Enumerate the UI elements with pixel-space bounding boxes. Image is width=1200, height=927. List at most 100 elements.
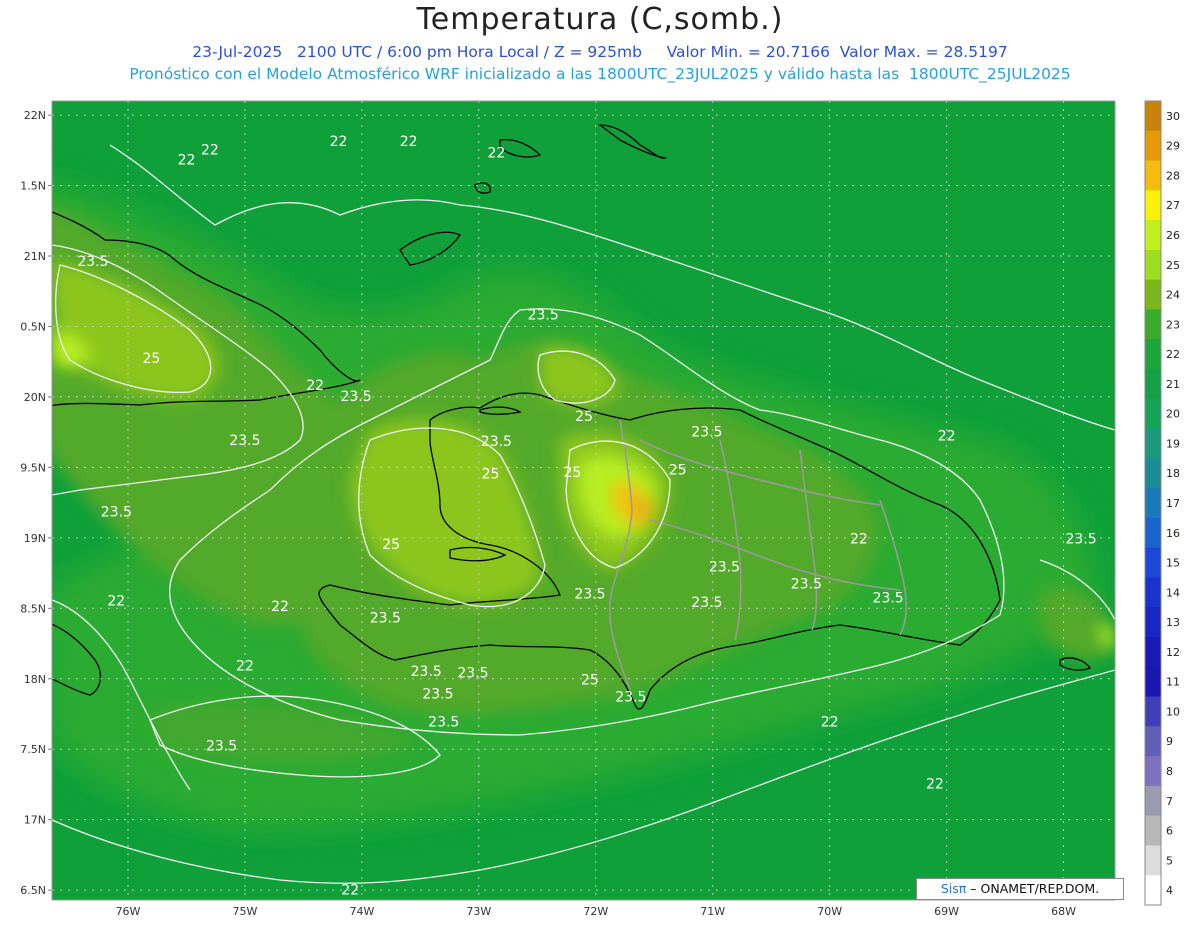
colorbar-label: 11 — [1166, 676, 1180, 689]
colorbar-label: 21 — [1166, 378, 1180, 391]
colorbar: 30 29 28 27 26 25 24 23 22 21 20 19 18 17 16 15 14 13 12 11… — [1144, 100, 1180, 906]
colorbar-label: 18 — [1166, 467, 1180, 480]
colorbar-swatch — [1145, 607, 1161, 638]
contour-label: 25 — [482, 467, 500, 483]
colorbar-label: 25 — [1166, 259, 1180, 272]
lat-label: 6.5N — [20, 884, 46, 897]
colorbar-label: 26 — [1166, 229, 1180, 242]
contour-label: 23.5 — [77, 254, 108, 270]
colorbar-label: 23 — [1166, 318, 1180, 331]
colorbar-swatch — [1145, 488, 1161, 519]
contour-label: 25 — [382, 537, 400, 553]
colorbar-swatch — [1145, 309, 1161, 340]
contour-label: 23.5 — [481, 434, 512, 450]
colorbar-swatch — [1145, 160, 1161, 191]
colorbar-swatch — [1145, 815, 1161, 846]
colorbar-swatch — [1145, 428, 1161, 459]
contour-label: 23.5 — [422, 686, 453, 702]
contour-label: 25 — [0, 298, 14, 314]
colorbar-label: 17 — [1166, 497, 1180, 510]
contour-label: 25 — [669, 462, 687, 478]
lat-label: 0.5N — [20, 320, 46, 333]
contour-label: 23.5 — [1066, 531, 1097, 547]
contour-label: 25 — [581, 672, 599, 688]
colorbar-swatch — [1145, 547, 1161, 578]
contour-label: 23.5 — [691, 424, 722, 440]
colorbar-label: 20 — [1166, 408, 1180, 421]
temperature-field — [52, 101, 1115, 900]
lat-label: 22N — [24, 109, 46, 122]
colorbar-label: 8 — [1166, 765, 1173, 778]
contour-label: 23.5 — [101, 505, 132, 521]
colorbar-label: 15 — [1166, 557, 1180, 570]
latitude-labels: 22N 1.5N 21N 0.5N 20N 9.5N 19N 8.5N 18N 7.5N 17N 6.… — [20, 109, 46, 897]
contour-label: 22 — [306, 378, 324, 394]
colorbar-label: 16 — [1166, 527, 1180, 540]
lon-label: 75W — [233, 905, 258, 918]
colorbar-swatch — [1145, 249, 1161, 281]
contour-label: 23.5 — [691, 595, 722, 611]
lat-label: 9.5N — [20, 461, 46, 474]
contour-label: 25 — [563, 465, 581, 481]
contour-label: 23.5 — [791, 577, 822, 593]
colorbar-label: 10 — [1166, 705, 1180, 718]
contour-label: 22 — [236, 658, 254, 674]
contour-label: 23.5 — [428, 715, 459, 731]
lat-label: 7.5N — [20, 743, 46, 756]
colorbar-swatch — [1145, 517, 1161, 549]
contour-label: 25 — [575, 409, 593, 425]
colorbar-swatch — [1145, 845, 1161, 876]
colorbar-swatch — [1145, 577, 1161, 608]
colorbar-label: 7 — [1166, 795, 1173, 808]
contour-label: 23.5 — [411, 664, 442, 680]
contour-label: 23.5 — [528, 307, 559, 323]
lat-label: 1.5N — [20, 180, 46, 193]
colorbar-swatch — [1145, 130, 1161, 162]
colorbar-swatch — [1145, 279, 1161, 310]
contour-label: 23.5 — [615, 689, 646, 705]
colorbar-label: 27 — [1166, 199, 1180, 212]
colorbar-swatch — [1145, 101, 1161, 132]
contour-label: 22 — [926, 777, 944, 793]
lat-label: 18N — [24, 673, 46, 686]
lon-label: 76W — [116, 905, 141, 918]
lat-label: 19N — [24, 532, 46, 545]
contour-label: 23.5 — [574, 586, 605, 602]
lat-label: 17N — [24, 814, 46, 827]
contour-label: 23.5 — [206, 739, 237, 755]
contour-label: 22 — [341, 882, 359, 898]
colorbar-label: 29 — [1166, 140, 1180, 153]
colorbar-swatch — [1145, 190, 1161, 221]
lon-label: 71W — [700, 905, 725, 918]
contour-label: 23.5 — [709, 560, 740, 576]
sispi-logo: Sisπ — [940, 881, 967, 896]
colorbar-swatch — [1145, 220, 1161, 251]
colorbar-label: 12 — [1166, 646, 1180, 659]
credit-org: – ONAMET/REP.DOM. — [970, 881, 1100, 896]
colorbar-label: 4 — [1166, 884, 1173, 897]
colorbar-label: 19 — [1166, 437, 1180, 450]
colorbar-swatch — [1145, 666, 1161, 698]
colorbar-label: 5 — [1166, 854, 1173, 867]
colorbar-swatch — [1145, 637, 1161, 668]
colorbar-swatch — [1145, 785, 1161, 817]
colorbar-swatch — [1145, 696, 1161, 727]
contour-label: 25 — [142, 351, 160, 367]
lat-label: 8.5N — [20, 602, 46, 615]
colorbar-swatch — [1145, 369, 1161, 400]
colorbar-swatch — [1145, 458, 1161, 489]
lon-label: 68W — [1051, 905, 1076, 918]
lon-label: 73W — [466, 905, 491, 918]
colorbar-label: 28 — [1166, 169, 1180, 182]
contour-label: 23.5 — [0, 413, 3, 429]
lon-label: 72W — [583, 905, 608, 918]
colorbar-swatch — [1145, 875, 1161, 906]
lon-label: 70W — [817, 905, 842, 918]
contour-label: 22 — [271, 599, 289, 615]
contour-label: 22 — [850, 531, 868, 547]
colorbar-swatch — [1145, 398, 1161, 430]
colorbar-swatch — [1145, 726, 1161, 757]
contour-label: 22 — [821, 715, 839, 731]
colorbar-label: 9 — [1166, 735, 1173, 748]
contour-label: 22 — [330, 134, 348, 150]
